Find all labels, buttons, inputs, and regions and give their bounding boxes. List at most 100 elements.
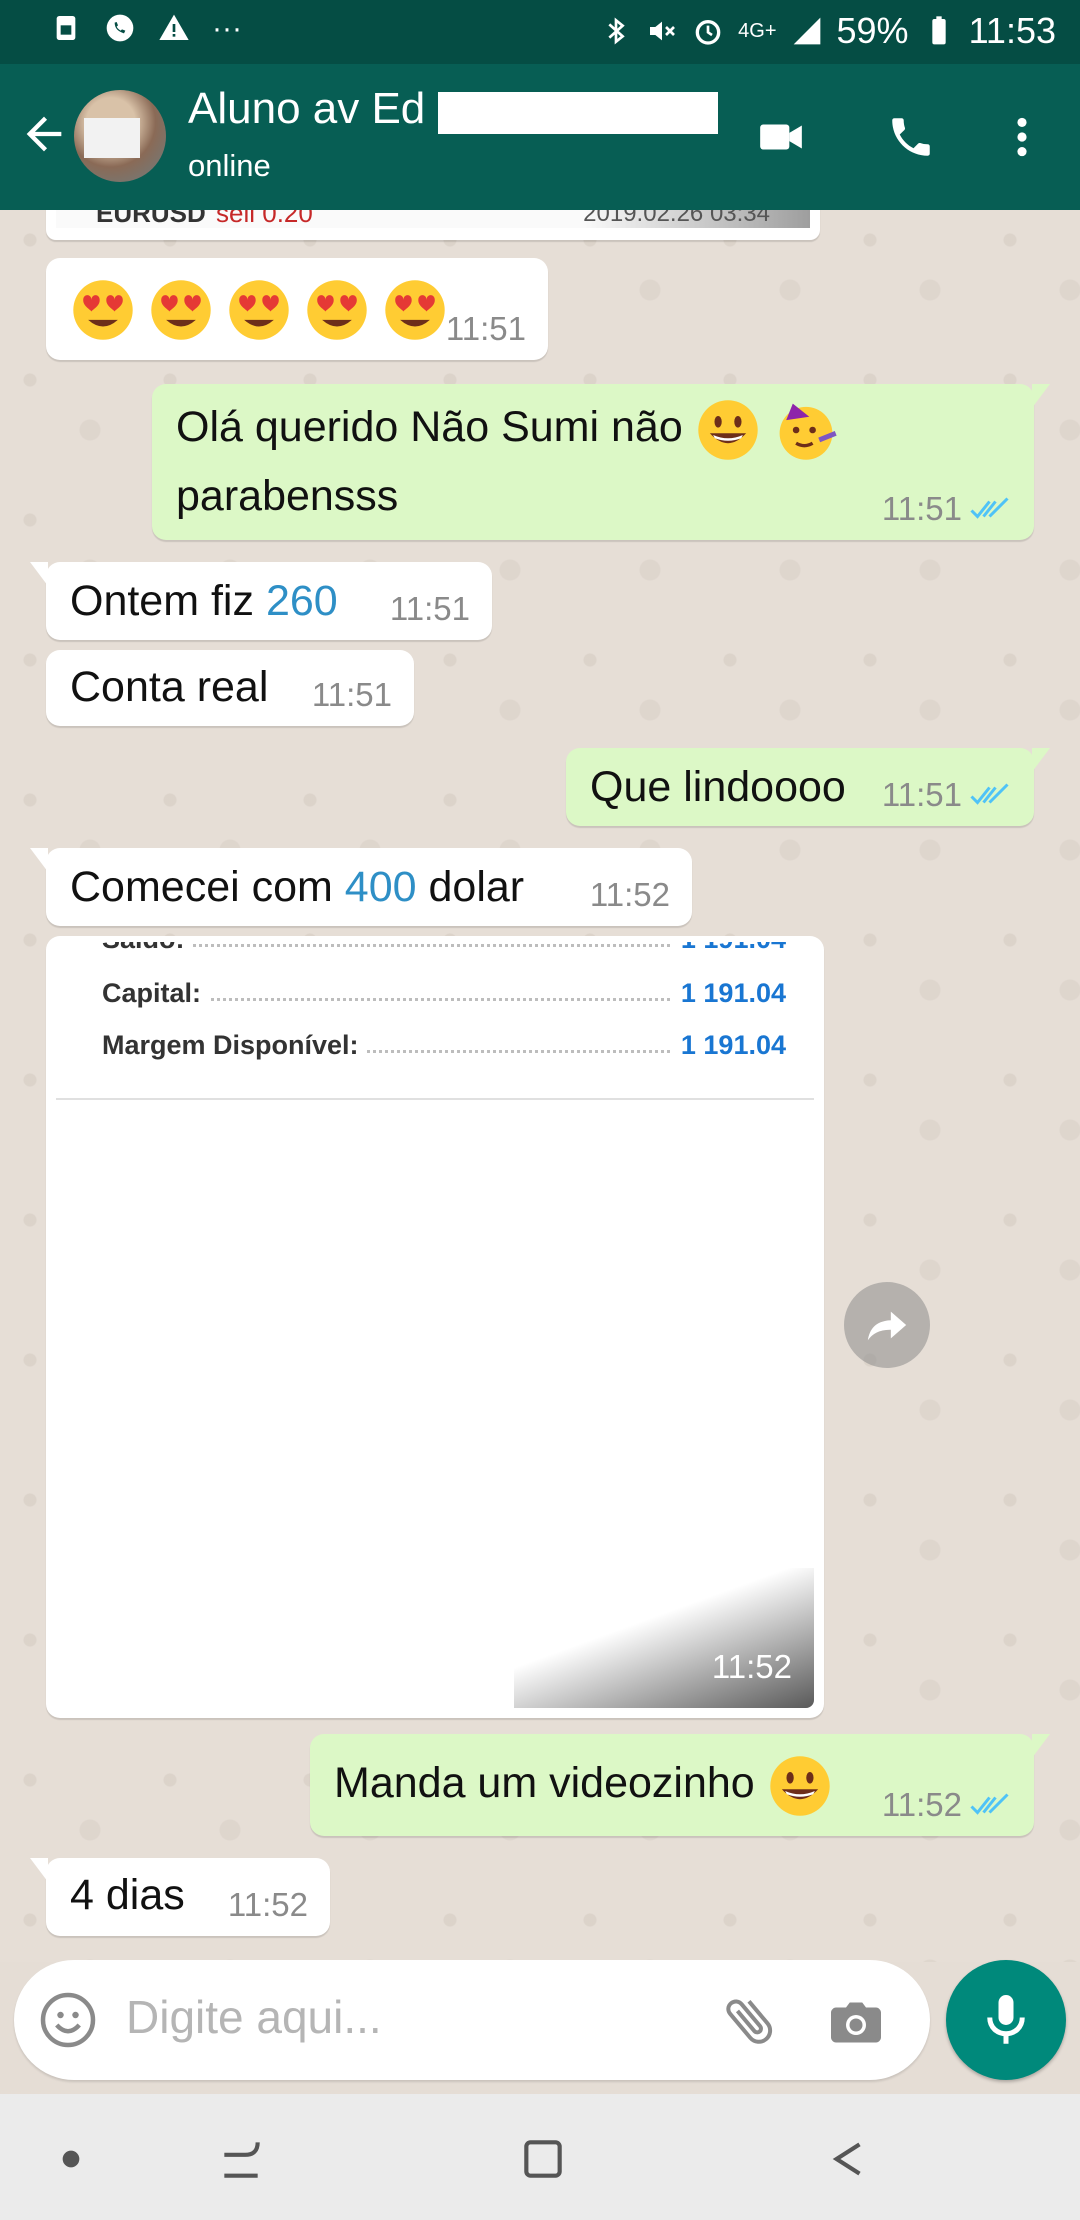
time-text: 11:51 (881, 776, 962, 813)
message-time: 11:51 (312, 676, 392, 714)
video-call-icon[interactable] (752, 112, 810, 162)
message-input-bar[interactable]: Digite aqui... (14, 1960, 930, 2080)
time-text: 11:51 (389, 590, 470, 627)
attach-icon[interactable] (720, 1990, 780, 2050)
grinning-emoji-icon (769, 1755, 830, 1816)
camera-icon[interactable] (826, 1990, 886, 2050)
warning-icon (159, 14, 189, 40)
emoji-icon[interactable] (38, 1990, 98, 2050)
trade-date: 2019.02.26 03:34 (583, 210, 770, 227)
bubble-tail (1032, 748, 1050, 772)
phone-number-link[interactable]: 260 (266, 577, 338, 625)
message-bubble-incoming[interactable]: Ontem fiz 260 11:51 (30, 562, 492, 640)
image-shade (514, 1568, 814, 1708)
account-row: Margem Disponível: 1 191.04 (86, 1030, 786, 1070)
recent-apps-icon[interactable] (216, 2134, 266, 2184)
avatar-blur (84, 118, 140, 158)
message-time: 11:52 (882, 1786, 1012, 1824)
battery-percent: 59% (836, 10, 909, 51)
forward-button[interactable] (844, 1282, 930, 1368)
phone-icon[interactable] (882, 112, 940, 162)
row-value: 1 191.04 (672, 942, 786, 955)
mic-button[interactable] (946, 1960, 1066, 2080)
row-value: 1 191.04 (672, 978, 786, 1009)
bubble-tail (1032, 1734, 1050, 1758)
heart-eyes-emoji-icon (385, 279, 445, 340)
message-bubble-outgoing[interactable]: Que lindoooo 11:51 (566, 748, 1050, 826)
bubble-tail (30, 562, 48, 586)
whatsapp-notification-icon (106, 14, 134, 42)
chat-header: Aluno av Ed online (0, 64, 1080, 210)
time-text: 11:51 (311, 676, 392, 713)
message-time: 11:51 (882, 776, 1012, 814)
time-text: 11:51 (881, 490, 962, 527)
network-type: 4G+ (738, 19, 777, 42)
read-ticks-icon (970, 1793, 1009, 1815)
partial-image-message[interactable]: EURUSD sell 0.20 2019.02.26 03:34 (46, 210, 820, 240)
grinning-emoji-icon (698, 399, 758, 460)
message-time: 11:51 (446, 310, 526, 348)
name-redaction (438, 92, 718, 134)
battery-icon (931, 16, 946, 45)
message-bubble-incoming[interactable]: 11:51 (46, 258, 548, 360)
message-text-part: Ontem fiz (70, 577, 266, 625)
back-arrow-icon[interactable] (18, 108, 70, 160)
nav-dot-icon[interactable] (46, 2134, 96, 2184)
avatar[interactable] (74, 90, 166, 182)
heart-eyes-emoji-icon (73, 279, 133, 340)
read-ticks-icon (970, 783, 1009, 805)
mute-icon (650, 21, 676, 41)
time-text: 11:52 (589, 876, 670, 913)
status-bar: ··· 4G+ 59% 11:53 (0, 0, 1080, 64)
image-message[interactable]: Saldo: 1 191.04 Capital: 1 191.04 Margem… (46, 936, 824, 1718)
back-nav-icon[interactable] (822, 2134, 872, 2184)
divider (56, 1098, 814, 1100)
trade-image: EURUSD sell 0.20 2019.02.26 03:34 (56, 210, 810, 228)
mic-icon (987, 1995, 1025, 2044)
row-label: Margem Disponível: (102, 1030, 367, 1061)
read-ticks-icon (970, 497, 1009, 519)
contact-name[interactable]: Aluno av Ed (188, 84, 425, 134)
account-row: Capital: 1 191.04 (86, 978, 786, 1018)
message-bubble-outgoing[interactable]: Manda um videozinho 11:52 (310, 1734, 1050, 1836)
heart-eyes-emoji-icon (151, 279, 211, 340)
status-time: 11:53 (968, 10, 1056, 51)
bubble-tail (1032, 384, 1050, 408)
image-time: 11:52 (711, 1648, 792, 1685)
home-icon[interactable] (518, 2134, 568, 2184)
message-text-part: Comecei com (70, 863, 345, 911)
alarm-icon (695, 19, 721, 45)
row-value: 1 191.04 (672, 1030, 786, 1061)
system-nav-bar (0, 2094, 1080, 2220)
message-line: parabensss (176, 471, 399, 520)
account-screenshot[interactable]: Saldo: 1 191.04 Capital: 1 191.04 Margem… (56, 942, 814, 1708)
heart-eyes-emoji-icon (307, 279, 367, 340)
message-bubble-incoming[interactable]: Comecei com 400 dolar 11:52 (30, 848, 692, 926)
message-line: Olá querido Não Sumi não (176, 403, 683, 451)
message-text: Comecei com 400 dolar (70, 848, 668, 920)
time-text: 11:52 (227, 1886, 308, 1923)
message-text-part: Manda um videozinho (334, 1759, 755, 1807)
message-time: 11:52 (228, 1886, 308, 1924)
bubble-tail (30, 848, 48, 872)
message-bubble-incoming[interactable]: 4 dias 11:52 (30, 1858, 330, 1936)
partying-face-emoji-icon (779, 403, 837, 460)
phone-number-link[interactable]: 400 (345, 863, 417, 911)
message-time: 11:52 (590, 876, 670, 914)
trade-pair: EURUSD (96, 210, 206, 228)
message-bubble-incoming[interactable]: Conta real 11:51 (46, 650, 414, 726)
contact-status: online (188, 148, 271, 183)
row-label: Saldo: (102, 942, 193, 955)
trade-order: sell 0.20 (216, 210, 313, 228)
message-input[interactable]: Digite aqui... (126, 1990, 382, 2044)
chat-area[interactable]: EURUSD sell 0.20 2019.02.26 03:34 11:51 … (0, 210, 1080, 1962)
more-vert-icon[interactable] (996, 112, 1048, 162)
message-bubble-outgoing[interactable]: Olá querido Não Sumi não parabensss 11:5… (152, 384, 1050, 540)
row-label: Capital: (102, 978, 210, 1009)
message-time: 11:51 (390, 590, 470, 628)
signal-icon (793, 17, 820, 45)
more-notifications: ··· (212, 12, 242, 45)
time-text: 11:51 (445, 310, 526, 347)
bubble-tail (30, 1858, 48, 1882)
heart-eyes-emoji-icon (229, 279, 289, 340)
